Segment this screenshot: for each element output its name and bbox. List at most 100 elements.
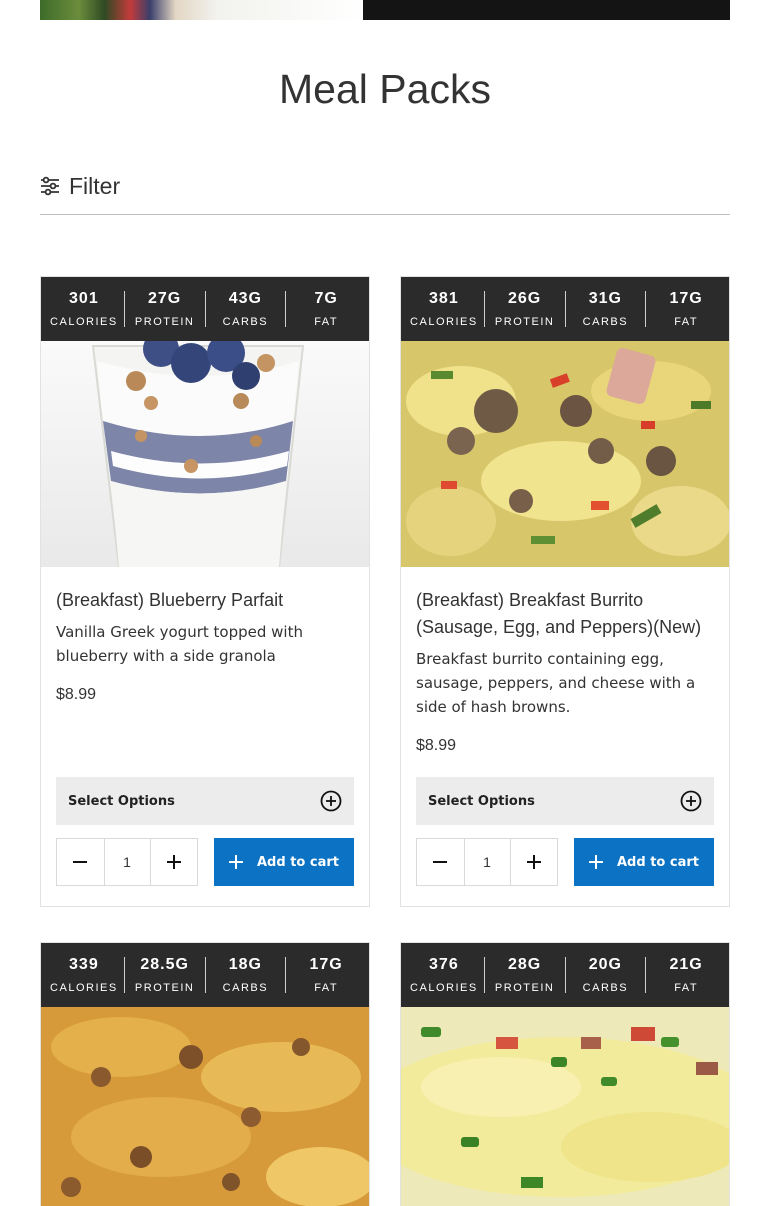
macro-carbs: 43G CARBS [206,289,287,328]
quantity-input[interactable] [103,839,151,885]
hero-banner [40,0,730,20]
select-options-button[interactable]: Select Options [416,777,714,825]
add-to-cart-label: Add to cart [617,854,699,870]
product-image[interactable] [401,1007,729,1206]
macro-value: 7G [314,289,338,307]
macro-value: 301 [69,289,99,307]
macro-value: 381 [429,289,459,307]
quantity-row: Add to cart [56,838,354,886]
macro-carbs: 31G CARBS [566,289,647,328]
macro-carbs: 20G CARBS [566,955,647,994]
select-options-button[interactable]: Select Options [56,777,354,825]
select-options-label: Select Options [68,793,175,809]
macro-label: PROTEIN [134,315,195,328]
egg-casserole-illustration [41,1007,369,1206]
macro-value: 20G [588,955,622,973]
blueberry-parfait-illustration [41,341,369,567]
product-price: $8.99 [56,686,97,703]
macro-value: 17G [669,289,703,307]
macro-calories: 376 CALORIES [404,955,485,994]
macro-label: PROTEIN [494,981,555,994]
macro-label: FAT [314,315,339,328]
macro-label: CARBS [222,315,269,328]
product-details: (Breakfast) Blueberry Parfait Vanilla Gr… [41,567,369,724]
macro-value: 27G [148,289,182,307]
macro-label: CALORIES [410,315,478,328]
macro-fat: 21G FAT [646,955,726,994]
product-image[interactable] [41,1007,369,1206]
hero-food-image [40,0,363,20]
plus-icon [526,855,541,869]
macro-calories: 339 CALORIES [44,955,125,994]
page-title: Meal Packs [279,66,491,112]
macro-value: 376 [429,955,459,973]
breakfast-burrito-illustration [401,341,729,567]
macro-value: 28.5G [140,955,189,973]
add-to-cart-button[interactable]: Add to cart [214,838,354,886]
macro-label: PROTEIN [134,981,195,994]
increase-quantity-button[interactable] [511,839,558,885]
decrease-quantity-button[interactable] [417,839,464,885]
plus-circle-icon [320,790,342,812]
product-title[interactable]: (Breakfast) Breakfast Burrito (Sausage, … [416,587,714,641]
macro-label: CALORIES [50,315,118,328]
macro-label: CALORIES [410,981,478,994]
product-description: Vanilla Greek yogurt topped with blueber… [56,623,303,665]
macro-carbs: 18G CARBS [206,955,287,994]
product-title[interactable]: (Breakfast) Blueberry Parfait [56,587,354,614]
product-price: $8.99 [416,737,457,754]
macro-calories: 381 CALORIES [404,289,485,328]
add-to-cart-button[interactable]: Add to cart [574,838,714,886]
macro-label: CALORIES [50,981,118,994]
macro-protein: 26G PROTEIN [485,289,566,328]
macros-bar: 381 CALORIES 26G PROTEIN 31G CARBS 17G F… [401,277,729,341]
macro-value: 18G [228,955,262,973]
filter-label[interactable]: Filter [69,170,120,202]
macro-protein: 28.5G PROTEIN [125,955,206,994]
macro-value: 339 [69,955,99,973]
product-card: 381 CALORIES 26G PROTEIN 31G CARBS 17G F… [400,276,730,907]
macro-value: 21G [669,955,703,973]
macro-fat: 7G FAT [286,289,366,328]
macro-calories: 301 CALORIES [44,289,125,328]
product-description: Breakfast burrito containing egg, sausag… [416,650,696,716]
plus-icon [229,855,243,869]
macro-fat: 17G FAT [646,289,726,328]
product-details: (Breakfast) Breakfast Burrito (Sausage, … [401,567,729,775]
product-card: 301 CALORIES 27G PROTEIN 43G CARBS 7G FA… [40,276,370,907]
quantity-stepper [56,838,198,886]
select-options-label: Select Options [428,793,535,809]
macro-label: PROTEIN [494,315,555,328]
macro-label: CARBS [582,315,629,328]
macros-bar: 376 CALORIES 28G PROTEIN 20G CARBS 21G F… [401,943,729,1007]
macro-value: 31G [588,289,622,307]
macro-value: 43G [228,289,262,307]
plus-circle-icon [680,790,702,812]
filter-bar[interactable]: Filter [40,170,730,215]
macro-value: 28G [508,955,542,973]
quantity-stepper [416,838,558,886]
omelette-illustration [401,1007,729,1206]
product-image[interactable] [401,341,729,567]
hero-dark-panel [363,0,730,20]
macro-label: CARBS [582,981,629,994]
increase-quantity-button[interactable] [151,839,198,885]
decrease-quantity-button[interactable] [57,839,104,885]
minus-icon [73,861,88,863]
add-to-cart-label: Add to cart [257,854,339,870]
plus-icon [166,855,181,869]
macro-value: 26G [508,289,542,307]
product-card: 339 CALORIES 28.5G PROTEIN 18G CARBS 17G… [40,942,370,1206]
quantity-input[interactable] [463,839,511,885]
macro-label: CARBS [222,981,269,994]
product-image[interactable] [41,341,369,567]
macro-label: FAT [674,315,699,328]
plus-icon [589,855,603,869]
product-card: 376 CALORIES 28G PROTEIN 20G CARBS 21G F… [400,942,730,1206]
macros-bar: 301 CALORIES 27G PROTEIN 43G CARBS 7G FA… [41,277,369,341]
quantity-row: Add to cart [416,838,714,886]
minus-icon [433,861,448,863]
macro-fat: 17G FAT [286,956,366,994]
macro-label: FAT [674,981,699,994]
filter-sliders-icon[interactable] [40,176,60,196]
